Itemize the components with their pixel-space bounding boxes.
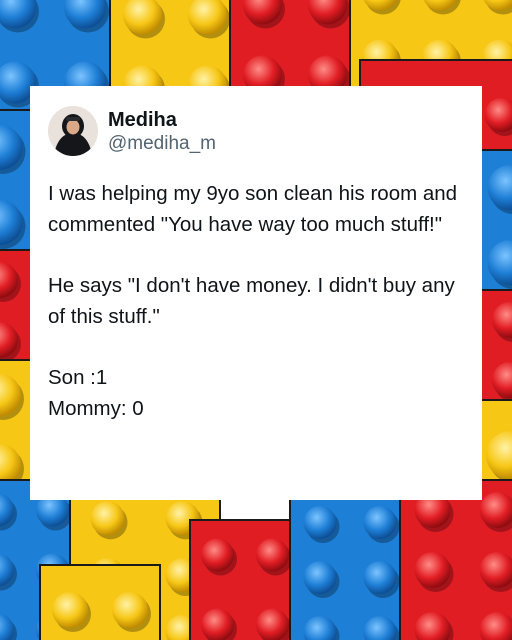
post-paragraph-1: I was helping my 9yo son clean his room … — [48, 182, 458, 236]
lego-stud — [52, 592, 88, 628]
post-text: I was helping my 9yo son clean his room … — [48, 178, 464, 424]
profile-avatar-icon — [48, 106, 98, 156]
post-paragraph-2: He says "I don't have money. I didn't bu… — [48, 274, 455, 328]
lego-stud — [256, 608, 289, 640]
avatar[interactable] — [48, 106, 98, 156]
author-names: Mediha @mediha_m — [108, 108, 216, 155]
lego-stud — [201, 608, 234, 640]
lego-stud — [90, 501, 125, 536]
score-line-son: Son :1 — [48, 366, 108, 389]
author-handle[interactable]: @mediha_m — [108, 132, 216, 155]
lego-stud — [363, 506, 397, 539]
author-display-name[interactable]: Mediha — [108, 108, 216, 132]
lego-stud — [303, 561, 337, 594]
post-score: Son :1 Mommy: 0 — [48, 362, 464, 424]
lego-stud — [112, 592, 148, 628]
lego-stud — [256, 538, 289, 572]
score-line-mommy: Mommy: 0 — [48, 397, 144, 420]
post-header: Mediha @mediha_m — [48, 106, 464, 156]
lego-stud — [414, 552, 451, 588]
post-card: Mediha @mediha_m I was helping my 9yo so… — [30, 86, 482, 500]
lego-stud — [363, 561, 397, 594]
lego-stud — [303, 506, 337, 539]
lego-stud — [201, 538, 234, 572]
